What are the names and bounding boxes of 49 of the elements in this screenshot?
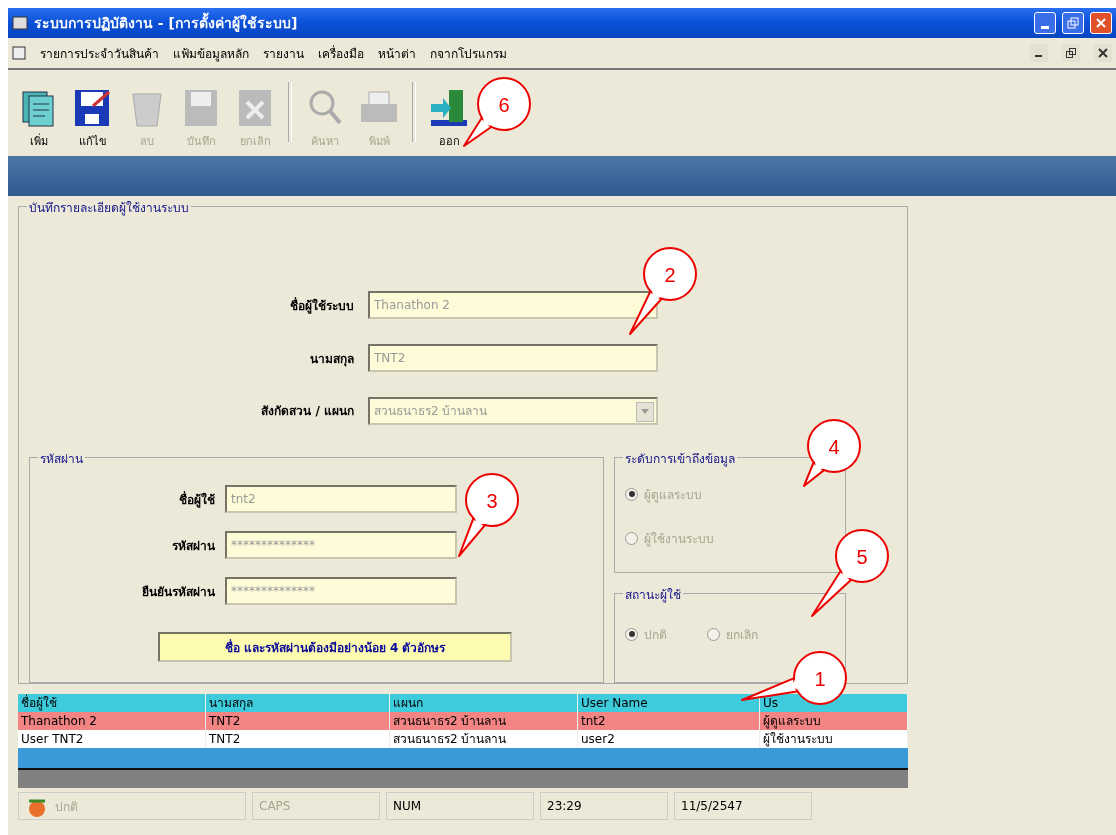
status-cell: NUM [386, 792, 534, 820]
menu-item[interactable]: กจากโปรแกรม [430, 43, 507, 63]
menu-item[interactable]: เครื่องมือ [318, 43, 364, 63]
notepad-icon [21, 88, 57, 128]
document-icon [12, 46, 26, 60]
column-header[interactable]: แผนก [393, 696, 423, 710]
table-row[interactable]: User TNT2 TNT2 สวนธนาธร2 บ้านลาน user2 ผู้ใช้งานระบบ [18, 730, 908, 748]
menu-item[interactable]: หน้าต่า [378, 43, 416, 63]
status-cell: 23:29 [540, 792, 668, 820]
callout-bubble: 2 [628, 246, 698, 336]
column-header[interactable]: Us [763, 696, 779, 710]
table-row[interactable]: Thanathon 2 TNT2 สวนธนาธร2 บ้านลาน tnt2 ผู้ดูแลระบบ [18, 712, 908, 730]
minimize-icon [1041, 25, 1049, 29]
app-icon [12, 15, 28, 31]
close-icon [1098, 48, 1108, 58]
menu-item[interactable]: รายงาน [263, 43, 304, 63]
callout-bubble: 5 [810, 528, 890, 618]
toolbar-button[interactable]: เพิ่ม [12, 88, 66, 150]
status-cell: 11/5/2547 [674, 792, 812, 820]
field-label: ชื่อผู้ใช้ระบบ [289, 296, 354, 315]
menu-item[interactable]: แฟ้มข้อมูลหลัก [173, 43, 249, 63]
field-label: นามสกุล [309, 350, 354, 368]
close-button[interactable] [1094, 44, 1112, 62]
restore-button[interactable] [1062, 12, 1084, 34]
restore-button[interactable] [1062, 44, 1080, 62]
status-cell: CAPS [252, 792, 380, 820]
close-icon [1095, 17, 1107, 29]
column-header[interactable]: นามสกุล [209, 696, 253, 710]
status-cell: ปกติ [18, 792, 246, 820]
column-header[interactable]: User Name [581, 696, 648, 710]
restore-icon [1067, 17, 1079, 29]
field-label: สังกัดสวน / แผนก [260, 403, 354, 421]
column-header[interactable]: ชื่อผู้ใช้ [21, 696, 57, 710]
cancel-icon [237, 88, 273, 128]
window-title: ระบบการปฏิบัติงาน - [การตั้งค่าผู้ใช้ระบบ] [34, 12, 1028, 34]
group-title: บันทึกรายละเอียดผู้ใช้งานระบบ [27, 198, 191, 217]
floppy-edit-icon [73, 88, 113, 128]
note-message: ชื่อ และรหัสผ่านต้องมีอย่างน้อย 4 ตัวอักษร [158, 632, 512, 662]
restore-icon [1066, 48, 1076, 58]
minimize-button[interactable] [1034, 12, 1056, 34]
exit-door-icon [429, 88, 469, 128]
menu-item[interactable]: รายการประจำวันสินค้า [40, 43, 159, 63]
floppy-icon [183, 88, 219, 128]
minimize-button[interactable] [1030, 44, 1048, 62]
field-label: รหัสผ่าน [171, 537, 215, 555]
group-title: สถานะผู้ใช้ [623, 585, 683, 604]
field-label: ยืนยันรหัสผ่าน [141, 583, 215, 601]
field-label: ชื่อผู้ใช้ [178, 490, 215, 509]
toolbar-button[interactable]: แก้ไข [66, 88, 120, 150]
